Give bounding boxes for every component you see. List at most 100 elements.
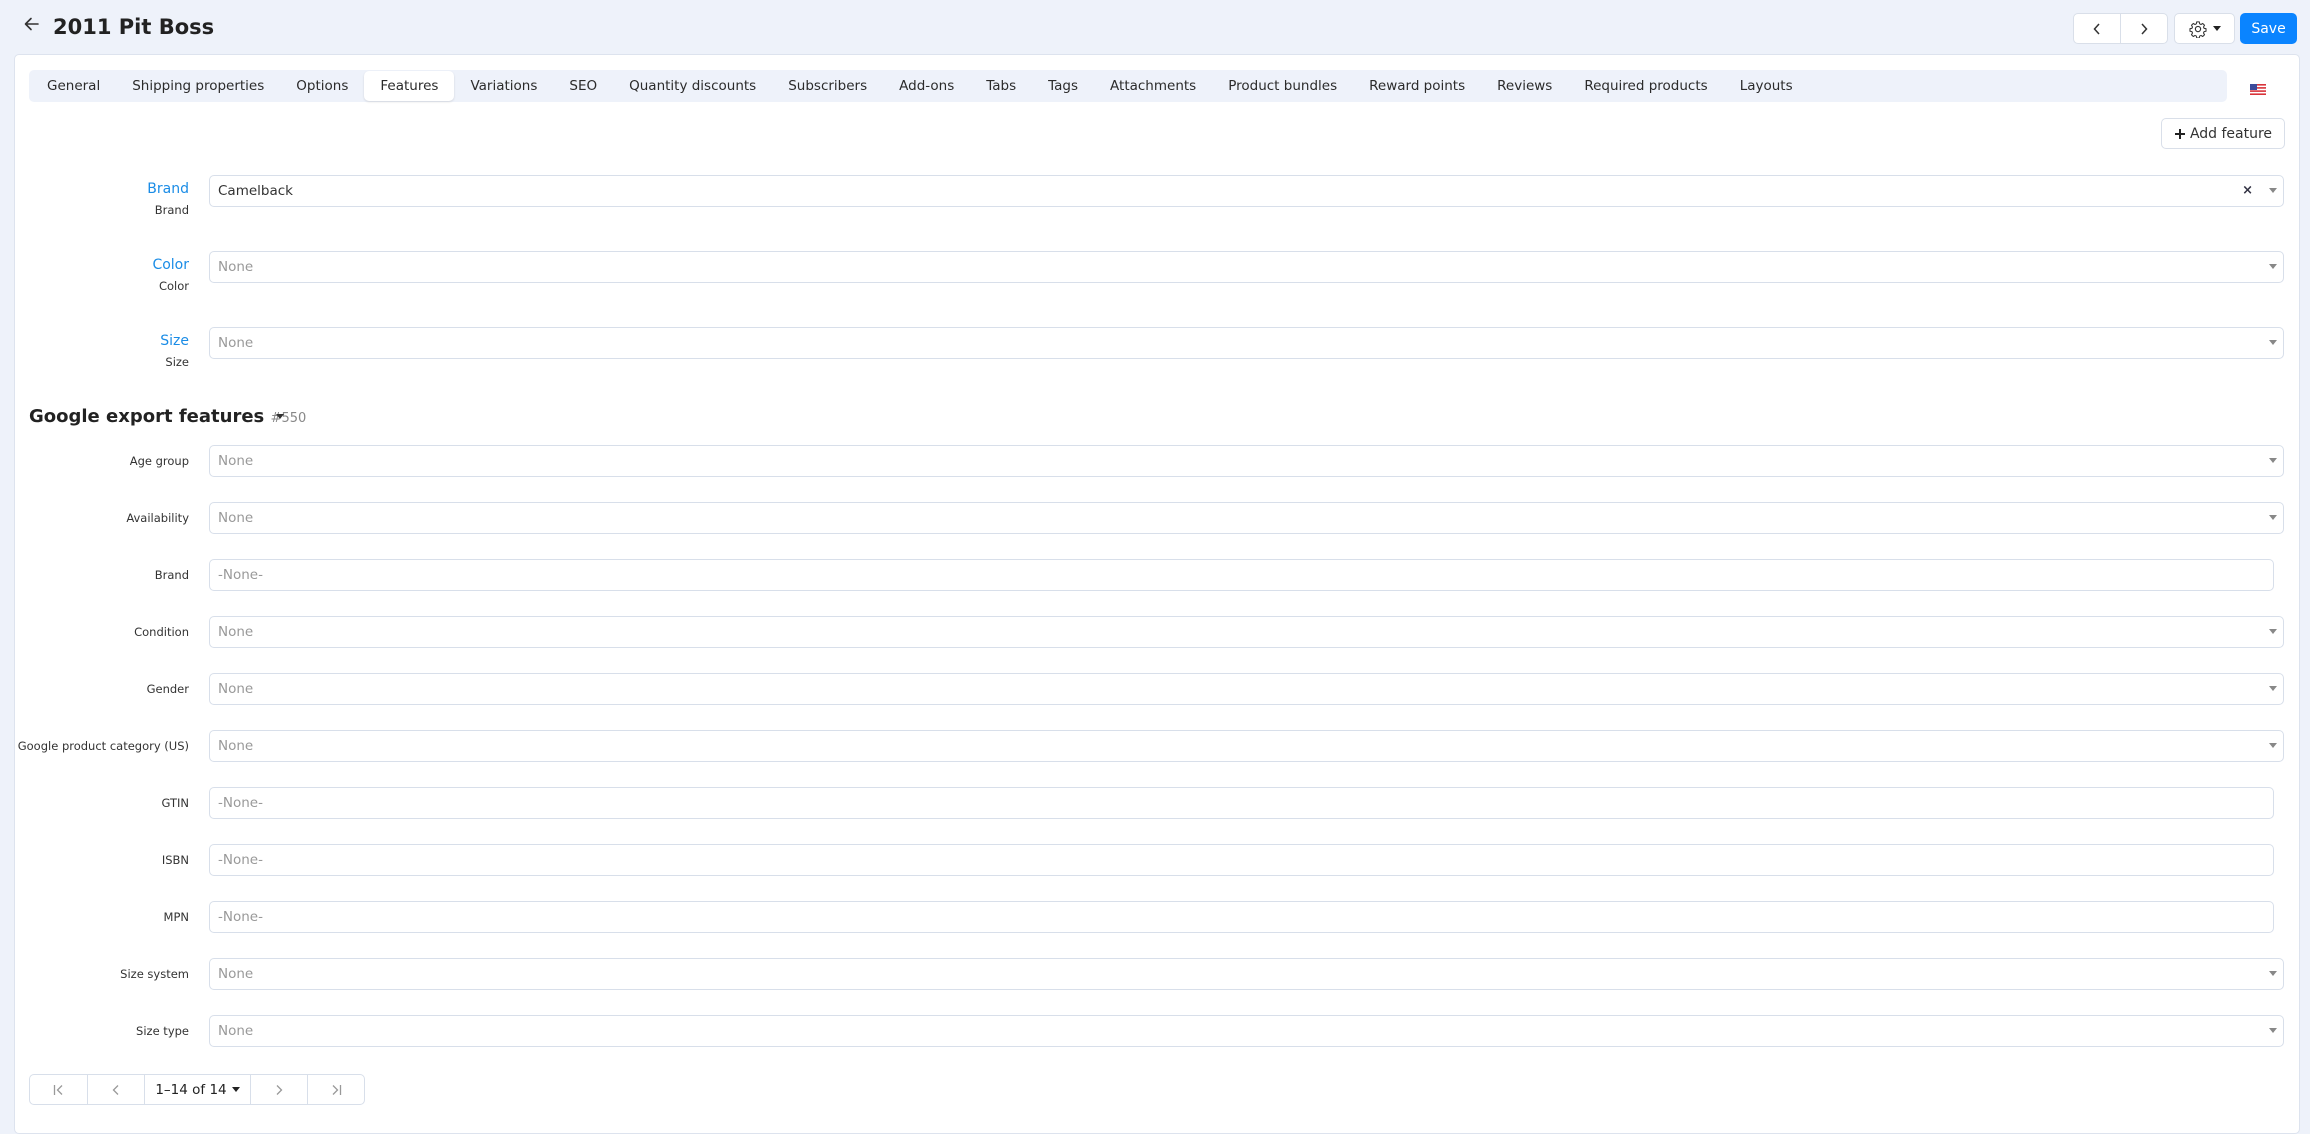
first-page-button[interactable] xyxy=(30,1075,87,1104)
tab-options[interactable]: Options xyxy=(280,71,364,101)
feature-label-brand[interactable]: Brand xyxy=(147,181,189,197)
tab-add-ons[interactable]: Add-ons xyxy=(883,71,970,101)
previous-page-button[interactable] xyxy=(87,1075,144,1104)
placeholder-condition: None xyxy=(218,624,254,640)
google-field-label-size-type: Size type xyxy=(136,1024,189,1038)
tab-attachments[interactable]: Attachments xyxy=(1094,71,1212,101)
google-field-label-mpn: MPN xyxy=(163,910,189,924)
page-range-label: 1–14 of 14 xyxy=(155,1081,227,1098)
feature-value-brand: Camelback xyxy=(218,183,293,199)
dropdown-caret-icon xyxy=(2269,629,2277,634)
dropdown-caret-icon xyxy=(2269,458,2277,463)
dropdown-caret-icon xyxy=(2269,340,2277,345)
tab-reward-points[interactable]: Reward points xyxy=(1353,71,1481,101)
dropdown-caret-icon xyxy=(2269,1028,2277,1033)
google-field-label-gtin: GTIN xyxy=(161,796,189,810)
gear-icon xyxy=(2188,20,2207,38)
chevron-left-icon xyxy=(2093,22,2100,35)
google-select-availability[interactable]: None xyxy=(209,502,2284,534)
google-field-label-brand: Brand xyxy=(154,568,189,582)
section-collapse-caret-icon[interactable] xyxy=(276,414,284,419)
dropdown-caret-icon xyxy=(2269,971,2277,976)
tab-general[interactable]: General xyxy=(31,71,116,101)
google-input-mpn[interactable]: -None- xyxy=(209,901,2274,933)
settings-dropdown-button[interactable] xyxy=(2174,13,2235,44)
chevron-left-icon xyxy=(112,1084,119,1095)
pagination: 1–14 of 14 xyxy=(29,1074,365,1105)
tab-quantity-discounts[interactable]: Quantity discounts xyxy=(613,71,772,101)
feature-label-size[interactable]: Size xyxy=(160,333,189,349)
tab-seo[interactable]: SEO xyxy=(553,71,613,101)
clear-icon[interactable]: × xyxy=(2242,183,2253,198)
save-button[interactable]: Save xyxy=(2240,13,2297,44)
placeholder-isbn: -None- xyxy=(218,852,263,868)
tab-tags[interactable]: Tags xyxy=(1032,71,1094,101)
feature-value-color: None xyxy=(218,259,254,275)
feature-sublabel-color: Color xyxy=(158,279,189,293)
dropdown-caret-icon xyxy=(2269,515,2277,520)
google-select-gender[interactable]: None xyxy=(209,673,2284,705)
product-nav-group xyxy=(2073,13,2168,44)
page-range-dropdown[interactable]: 1–14 of 14 xyxy=(144,1075,250,1104)
placeholder-size-type: None xyxy=(218,1023,254,1039)
placeholder-size-system: None xyxy=(218,966,254,982)
feature-select-color[interactable]: None xyxy=(209,251,2284,283)
back-arrow-icon[interactable] xyxy=(22,14,46,40)
tab-bar: General Shipping properties Options Feature… xyxy=(29,70,2227,102)
google-field-label-gender: Gender xyxy=(146,682,189,696)
page-title: 2011 Pit Boss xyxy=(53,15,215,39)
add-feature-button[interactable]: Add feature xyxy=(2161,118,2285,149)
next-page-button[interactable] xyxy=(250,1075,307,1104)
tab-variations[interactable]: Variations xyxy=(454,71,553,101)
google-select-size-system[interactable]: None xyxy=(209,958,2284,990)
google-field-label-availability: Availability xyxy=(126,511,189,525)
chevron-right-icon xyxy=(2141,22,2148,35)
placeholder-availability: None xyxy=(218,510,254,526)
google-export-section-title: Google export features #550 xyxy=(29,404,306,432)
tab-shipping-properties[interactable]: Shipping properties xyxy=(116,71,280,101)
feature-select-brand[interactable]: Camelback × xyxy=(209,175,2284,207)
section-title-text: Google export features xyxy=(29,406,265,427)
first-page-icon xyxy=(53,1084,62,1095)
google-select-size-type[interactable]: None xyxy=(209,1015,2284,1047)
google-input-gtin[interactable]: -None- xyxy=(209,787,2274,819)
google-field-label-isbn: ISBN xyxy=(161,853,189,867)
last-page-button[interactable] xyxy=(307,1075,364,1104)
google-field-label-condition: Condition xyxy=(134,625,189,639)
google-input-isbn[interactable]: -None- xyxy=(209,844,2274,876)
google-select-age-group[interactable]: None xyxy=(209,445,2284,477)
tab-features[interactable]: Features xyxy=(364,71,455,101)
us-flag-icon[interactable] xyxy=(2250,80,2266,95)
placeholder-mpn: -None- xyxy=(218,909,263,925)
dropdown-caret-icon xyxy=(2269,743,2277,748)
placeholder-age-group: None xyxy=(218,453,254,469)
feature-value-size: None xyxy=(218,335,254,351)
placeholder-gender: None xyxy=(218,681,254,697)
feature-sublabel-brand: Brand xyxy=(154,203,189,217)
tab-layouts[interactable]: Layouts xyxy=(1724,71,1809,101)
feature-label-color[interactable]: Color xyxy=(152,257,189,273)
tab-tabs[interactable]: Tabs xyxy=(970,71,1032,101)
tab-product-bundles[interactable]: Product bundles xyxy=(1212,71,1353,101)
last-page-icon xyxy=(332,1084,342,1095)
google-field-label-age-group: Age group xyxy=(129,454,189,468)
google-input-brand[interactable]: -None- xyxy=(209,559,2274,591)
placeholder-brand: -None- xyxy=(218,567,263,583)
google-select-google-product-category-us[interactable]: None xyxy=(209,730,2284,762)
plus-icon xyxy=(2174,128,2185,139)
placeholder-gtin: -None- xyxy=(218,795,263,811)
google-select-condition[interactable]: None xyxy=(209,616,2284,648)
tab-reviews[interactable]: Reviews xyxy=(1481,71,1568,101)
google-field-label-size-system: Size system xyxy=(120,967,189,981)
caret-down-icon xyxy=(2212,26,2221,31)
previous-product-button[interactable] xyxy=(2074,14,2120,43)
tab-subscribers[interactable]: Subscribers xyxy=(772,71,883,101)
dropdown-caret-icon xyxy=(2269,686,2277,691)
google-field-label-google-product-category-us: Google product category (US) xyxy=(17,739,189,753)
add-feature-label: Add feature xyxy=(2189,125,2273,142)
chevron-right-icon xyxy=(276,1084,283,1095)
feature-select-size[interactable]: None xyxy=(209,327,2284,359)
feature-sublabel-size: Size xyxy=(165,355,189,369)
next-product-button[interactable] xyxy=(2120,14,2167,43)
tab-required-products[interactable]: Required products xyxy=(1568,71,1723,101)
